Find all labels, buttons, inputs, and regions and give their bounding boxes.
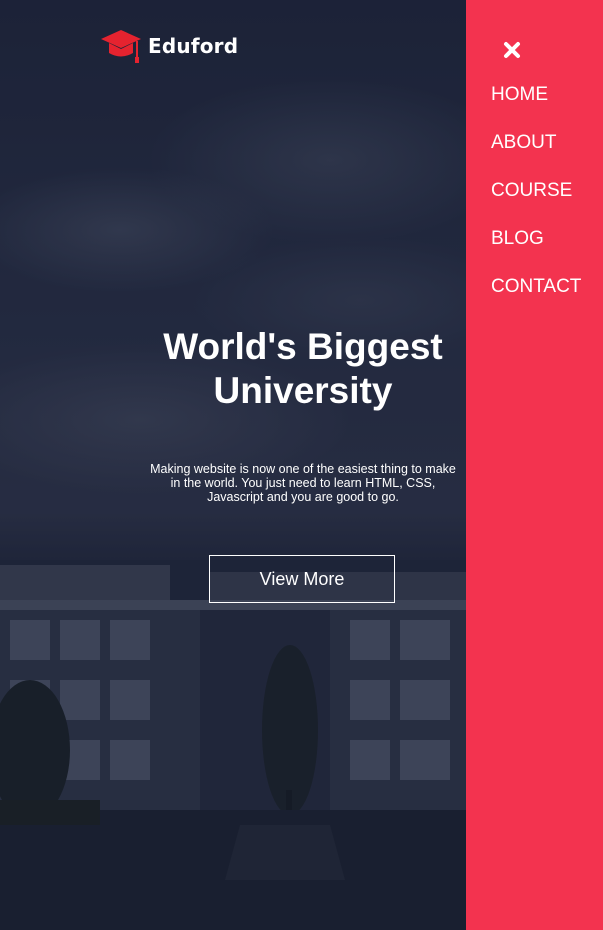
nav-item-contact[interactable]: CONTACT	[491, 276, 581, 324]
side-navigation: HOME ABOUT COURSE BLOG CONTACT	[466, 0, 603, 930]
nav-menu: HOME ABOUT COURSE BLOG CONTACT	[491, 84, 581, 324]
nav-item-home[interactable]: HOME	[491, 84, 581, 132]
close-icon[interactable]	[502, 40, 522, 60]
nav-item-course[interactable]: COURSE	[491, 180, 581, 228]
brand-logo[interactable]: Eduford	[100, 26, 238, 66]
hero-title-line1: World's Biggest	[163, 326, 443, 367]
nav-item-about[interactable]: ABOUT	[491, 132, 581, 180]
graduation-cap-icon	[101, 30, 141, 63]
hero-heading: World's Biggest University	[140, 325, 466, 413]
brand-name: Eduford	[148, 34, 239, 58]
hero-subtitle: Making website is now one of the easiest…	[150, 462, 456, 504]
view-more-button[interactable]: View More	[209, 555, 395, 603]
nav-item-blog[interactable]: BLOG	[491, 228, 581, 276]
hero-title-line2: University	[213, 370, 393, 411]
